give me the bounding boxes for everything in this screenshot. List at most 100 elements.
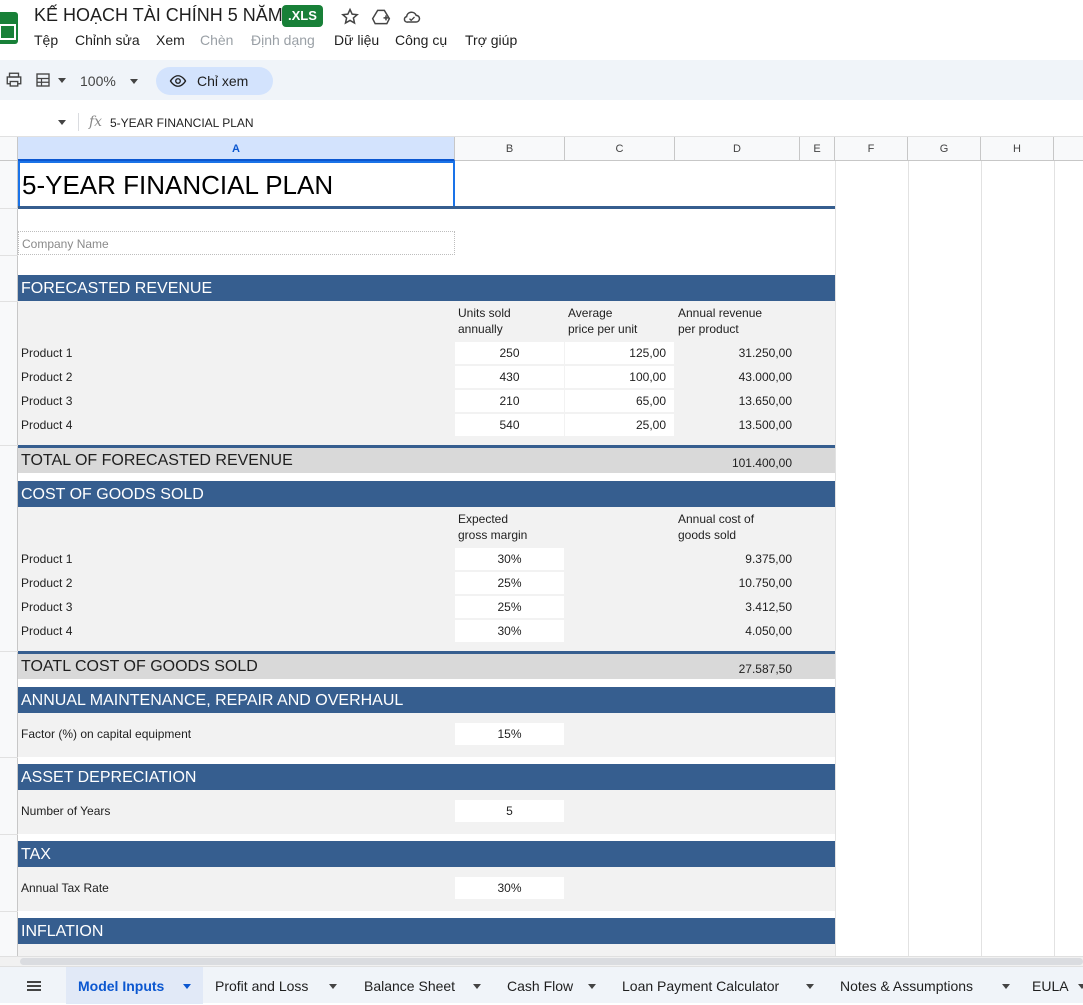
revenue-product-1-price[interactable]: 125,00 (565, 342, 674, 364)
cogs-total-value: 27.587,50 (738, 662, 792, 676)
print-icon[interactable] (5, 71, 23, 89)
tab-label: Cash Flow (507, 978, 574, 994)
menu-data[interactable]: Dữ liệu (334, 32, 379, 48)
tab-profit-and-loss[interactable]: Profit and Loss (203, 967, 349, 1004)
column-header-g[interactable]: G (908, 137, 981, 161)
menu-view[interactable]: Xem (156, 32, 185, 48)
company-name-placeholder: Company Name (22, 237, 109, 251)
sheets-logo-icon[interactable] (0, 12, 18, 44)
col-header-annual-cost: Annual cost of goods sold (678, 512, 755, 542)
menu-format[interactable]: Định dạng (251, 32, 315, 48)
maintenance-label: Factor (%) on capital equipment (21, 727, 192, 741)
cogs-product-4-label: Product 4 (21, 624, 73, 638)
cloud-status-icon[interactable] (402, 7, 422, 27)
fx-icon: fx (89, 114, 103, 130)
column-header-f[interactable]: F (835, 137, 908, 161)
revenue-product-3-price[interactable]: 65,00 (565, 390, 674, 412)
menu-file[interactable]: Tệp (34, 32, 58, 48)
cogs-product-4-margin[interactable]: 30% (455, 620, 564, 642)
table-format-icon[interactable] (34, 71, 52, 89)
cogs-product-1-margin[interactable]: 30% (455, 548, 564, 570)
depreciation-years-input[interactable]: 5 (455, 800, 564, 822)
all-sheets-menu-icon[interactable] (27, 981, 41, 991)
tax-row (18, 867, 835, 911)
spreadsheet-grid[interactable]: 5-YEAR FINANCIAL PLAN Company Name FOREC… (0, 161, 1083, 956)
revenue-product-4-units[interactable]: 540 (455, 414, 564, 436)
revenue-product-3-annual: 13.650,00 (738, 394, 792, 408)
file-type-badge: .XLS (282, 5, 323, 27)
tab-menu-caret-icon[interactable] (806, 984, 814, 989)
tab-menu-caret-icon[interactable] (1078, 984, 1083, 989)
depreciation-label: Number of Years (21, 804, 111, 818)
column-header-d[interactable]: D (675, 137, 800, 161)
menu-help[interactable]: Trợ giúp (465, 32, 517, 48)
table-format-caret-icon[interactable] (58, 78, 66, 83)
page-title: 5-YEAR FINANCIAL PLAN (22, 170, 334, 200)
cogs-product-2-margin[interactable]: 25% (455, 572, 564, 594)
section-header-inflation: INFLATION (18, 918, 835, 944)
column-header-c[interactable]: C (565, 137, 675, 161)
tab-label: EULA (1032, 978, 1069, 994)
revenue-product-4-price[interactable]: 25,00 (565, 414, 674, 436)
tab-menu-caret-icon[interactable] (473, 984, 481, 989)
tab-menu-caret-icon[interactable] (588, 984, 596, 989)
tab-balance-sheet[interactable]: Balance Sheet (352, 967, 492, 1004)
revenue-total-label: TOTAL OF FORECASTED REVENUE (21, 452, 293, 469)
column-header-a[interactable]: A (18, 137, 455, 161)
section-header-tax: TAX (18, 841, 835, 867)
tab-eula[interactable]: EULA (1020, 967, 1083, 1004)
col-header-gross-margin: Expected gross margin (458, 512, 528, 542)
horizontal-scrollbar[interactable] (0, 956, 1083, 966)
scrollbar-thumb[interactable] (20, 958, 1083, 965)
revenue-product-1-annual: 31.250,00 (738, 346, 792, 360)
zoom-caret-icon[interactable] (130, 79, 138, 84)
view-only-button[interactable]: Chỉ xem (156, 67, 273, 95)
tab-loan-payment-calculator[interactable]: Loan Payment Calculator (610, 967, 826, 1004)
row-headers[interactable] (0, 161, 18, 956)
maintenance-factor-input[interactable]: 15% (455, 723, 564, 745)
tab-label: Model Inputs (78, 978, 165, 994)
star-icon[interactable] (340, 7, 360, 27)
cogs-product-4-cost: 4.050,00 (745, 624, 792, 638)
cogs-total-label: TOATL COST OF GOODS SOLD (21, 658, 258, 675)
tab-label: Loan Payment Calculator (622, 978, 780, 994)
menu-insert[interactable]: Chèn (200, 32, 233, 48)
zoom-select[interactable]: 100% (80, 73, 116, 89)
column-header-h[interactable]: H (981, 137, 1054, 161)
tax-rate-input[interactable]: 30% (455, 877, 564, 899)
tab-cash-flow[interactable]: Cash Flow (495, 967, 608, 1004)
tab-notes-assumptions[interactable]: Notes & Assumptions (828, 967, 1020, 1004)
company-name-field[interactable]: Company Name (18, 231, 455, 255)
select-all-corner[interactable] (0, 137, 18, 161)
column-header-b[interactable]: B (455, 137, 565, 161)
cogs-product-3-margin[interactable]: 25% (455, 596, 564, 618)
column-header-e[interactable]: E (800, 137, 835, 161)
tab-menu-caret-icon[interactable] (329, 984, 337, 989)
cogs-product-1-label: Product 1 (21, 552, 73, 566)
col-header-units: Units sold annually (458, 306, 511, 336)
col-header-annual-revenue: Annual revenue per product (678, 306, 763, 336)
name-box-caret-icon[interactable] (58, 120, 66, 125)
formula-input[interactable]: 5-YEAR FINANCIAL PLAN (110, 116, 254, 130)
view-only-label: Chỉ xem (197, 73, 249, 89)
title-cell[interactable]: 5-YEAR FINANCIAL PLAN (18, 161, 455, 208)
section-header-cogs: COST OF GOODS SOLD (18, 481, 835, 507)
revenue-product-2-units[interactable]: 430 (455, 366, 564, 388)
menu-tools[interactable]: Công cụ (395, 32, 447, 48)
formula-divider (78, 113, 79, 131)
section-header-depreciation: ASSET DEPRECIATION (18, 764, 835, 790)
revenue-product-2-annual: 43.000,00 (738, 370, 792, 384)
move-to-drive-icon[interactable] (371, 7, 391, 27)
menu-edit[interactable]: Chỉnh sửa (75, 32, 140, 48)
revenue-total-value: 101.400,00 (731, 456, 792, 470)
tab-model-inputs[interactable]: Model Inputs (66, 967, 203, 1004)
section-header-revenue: FORECASTED REVENUE (18, 275, 835, 301)
revenue-product-1-units[interactable]: 250 (455, 342, 564, 364)
tax-label: Annual Tax Rate (21, 881, 109, 895)
toolbar: 100% Chỉ xem (0, 60, 1083, 100)
tab-menu-caret-icon[interactable] (1002, 984, 1010, 989)
revenue-product-3-units[interactable]: 210 (455, 390, 564, 412)
revenue-product-2-price[interactable]: 100,00 (565, 366, 674, 388)
document-title[interactable]: KẾ HOẠCH TÀI CHÍNH 5 NĂM (34, 5, 283, 26)
tab-menu-caret-icon[interactable] (183, 984, 191, 989)
